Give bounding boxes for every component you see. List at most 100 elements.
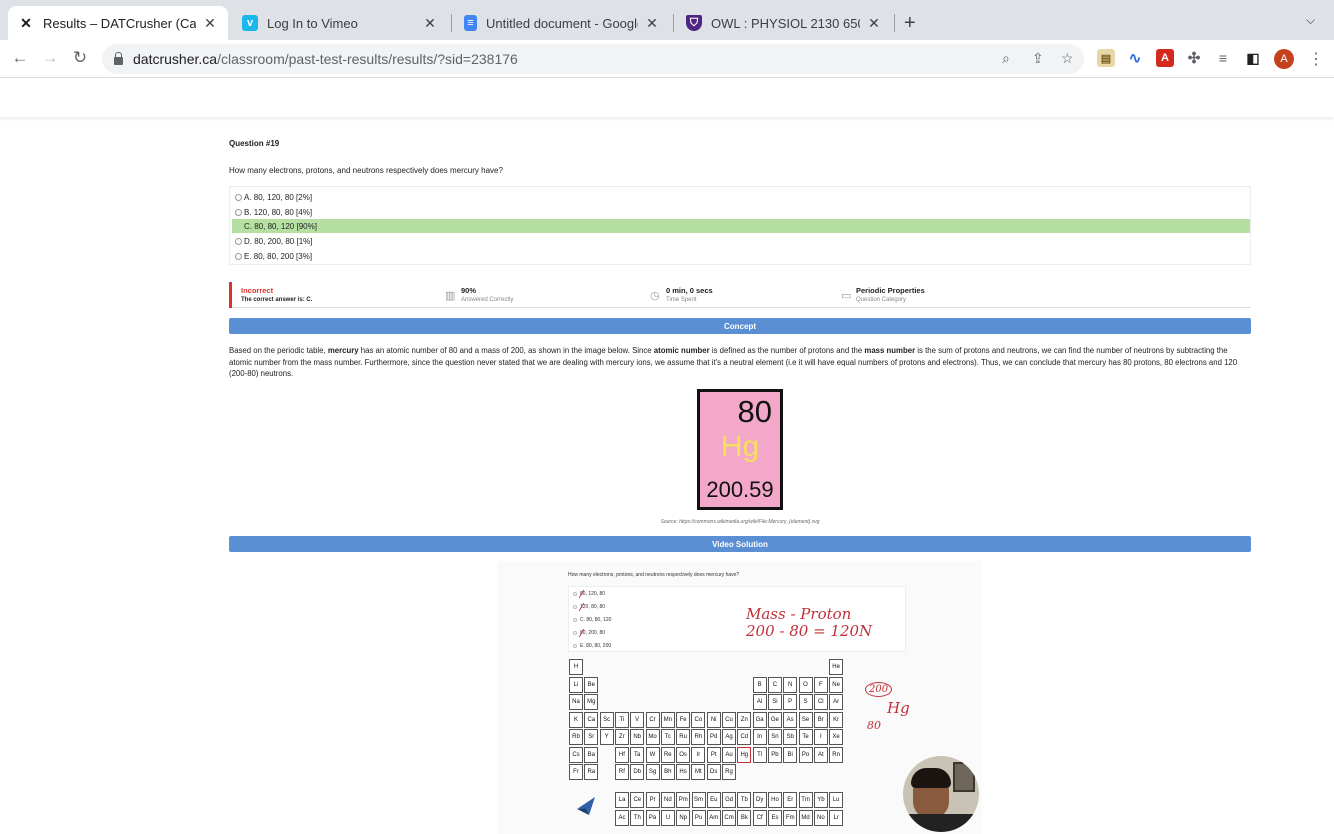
element-cell-rh: Rh	[691, 729, 706, 745]
person-hair	[911, 768, 951, 788]
element-cell-hf: Hf	[614, 746, 629, 763]
tab-search-chevron-icon[interactable]: ⌵	[1306, 13, 1315, 28]
element-cell-pa: Pa	[645, 809, 660, 826]
extension-notes-icon[interactable]: ▤	[1097, 49, 1115, 67]
atomic-mass: 200.59	[706, 477, 774, 502]
side-panel-icon[interactable]: ◧	[1244, 49, 1262, 67]
bar-chart-icon: ▥	[445, 290, 456, 302]
element-cell-pd: Pd	[706, 729, 721, 745]
answer-option-c[interactable]: C. 80, 80, 120 [90%]	[232, 219, 1250, 233]
element-cell-mn: Mn	[660, 711, 675, 728]
video-option: E. 80, 80, 200	[573, 643, 611, 649]
reload-icon[interactable]: ↻	[70, 48, 90, 68]
acrobat-pdf-icon[interactable]: A	[1156, 49, 1174, 67]
calendar-icon: ▭	[841, 290, 852, 302]
element-cell-sn: Sn	[767, 729, 782, 745]
element-cell-ce: Ce	[630, 792, 645, 808]
element-cell-al: Al	[752, 694, 767, 710]
result-value: Incorrect	[241, 286, 274, 295]
element-cell-tl: Tl	[752, 746, 767, 763]
element-cell-ru: Ru	[676, 729, 691, 745]
element-cell-rf: Rf	[614, 764, 629, 780]
close-tab-icon[interactable]: ✕	[202, 15, 218, 32]
video-option: 80, 200, 80	[573, 630, 605, 636]
video-option-label: E. 80, 80, 200	[580, 643, 612, 649]
option-label: C. 80, 80, 120 [90%]	[244, 221, 317, 231]
element-cell-pr: Pr	[645, 792, 660, 808]
text-segment: has an atomic number of 80 and a mass of…	[358, 346, 654, 355]
element-cell-cr: Cr	[645, 711, 660, 728]
element-cell-h: H	[569, 659, 583, 675]
forward-arrow-icon[interactable]: →	[40, 48, 60, 68]
element-cell-se: Se	[798, 711, 813, 728]
category-label: Question Category	[856, 297, 907, 303]
tab-separator	[673, 14, 674, 32]
tab-title: OWL : PHYSIOL 2130 650 SU2	[711, 15, 860, 31]
wall-frame	[953, 762, 975, 792]
extensions-puzzle-icon[interactable]: ✣	[1185, 49, 1203, 67]
answer-option-b[interactable]: B. 120, 80, 80 [4%]	[232, 205, 1250, 219]
tab-google-docs[interactable]: ≡ Untitled document - Google Do ✕	[454, 6, 670, 40]
element-cell-tb: Tb	[737, 792, 752, 808]
browser-menu-icon[interactable]: ⋮	[1308, 49, 1324, 69]
new-tab-button[interactable]: +	[904, 12, 916, 35]
element-cell-co: Co	[691, 711, 706, 728]
tab-datcrusher[interactable]: ✕ Results – DATCrusher (Canadia ✕	[8, 6, 228, 40]
radio-icon	[235, 208, 242, 216]
element-cell-at: At	[813, 746, 828, 763]
back-arrow-icon[interactable]: ←	[10, 48, 30, 68]
tab-vimeo[interactable]: v Log In to Vimeo ✕	[232, 6, 448, 40]
percent-label: Answered Correctly	[461, 297, 514, 303]
profile-avatar[interactable]: A	[1274, 49, 1294, 69]
element-cell-f: F	[813, 676, 828, 693]
option-label: A. 80, 120, 80 [2%]	[244, 192, 313, 202]
element-cell-lr: Lr	[829, 809, 844, 826]
tab-owl[interactable]: ⛉ OWL : PHYSIOL 2130 650 SU2 ✕	[676, 6, 892, 40]
element-cell-mg: Mg	[584, 694, 599, 710]
radio-icon	[235, 237, 242, 245]
video-player[interactable]: How many electrons, protons, and neutron…	[497, 561, 982, 834]
element-cell-ca: Ca	[584, 711, 599, 728]
element-cell-sc: Sc	[599, 711, 614, 728]
bookmark-star-icon[interactable]: ☆	[1061, 50, 1074, 67]
google-docs-icon: ≡	[464, 15, 477, 31]
element-cell-c: C	[767, 676, 782, 693]
element-cell-ds: Ds	[706, 764, 721, 780]
close-tab-icon[interactable]: ✕	[422, 15, 438, 32]
element-cell-ni: Ni	[706, 711, 721, 728]
element-cell-cd: Cd	[737, 729, 752, 745]
element-cell-lu: Lu	[829, 792, 844, 808]
element-cell-b: B	[752, 676, 767, 693]
extension-wave-icon[interactable]: ∿	[1126, 49, 1144, 67]
element-cell-ir: Ir	[691, 746, 706, 763]
zoom-icon[interactable]: ⌕	[1002, 50, 1010, 67]
element-cell-no: No	[813, 809, 828, 826]
close-tab-icon[interactable]: ✕	[866, 15, 882, 32]
element-cell-w: W	[645, 746, 660, 763]
time-label: Time Spent	[666, 297, 697, 303]
element-cell-sg: Sg	[645, 764, 660, 780]
element-cell-pb: Pb	[767, 746, 782, 763]
share-icon[interactable]: ⇪	[1032, 50, 1044, 67]
image-source-caption: Source: https://commons.wikimedia.org/wi…	[660, 519, 820, 525]
close-tab-icon[interactable]: ✕	[644, 15, 660, 32]
element-cell-ho: Ho	[768, 792, 782, 808]
element-cell-dy: Dy	[752, 792, 767, 808]
answer-option-e[interactable]: E. 80, 80, 200 [3%]	[232, 249, 1250, 263]
media-queue-icon[interactable]: ≡	[1214, 49, 1232, 67]
element-cell-o: O	[798, 676, 813, 693]
address-bar[interactable]: datcrusher.ca/classroom/past-test-result…	[102, 44, 1084, 74]
answer-options: A. 80, 120, 80 [2%] B. 120, 80, 80 [4%] …	[229, 186, 1251, 265]
element-cell-i: I	[813, 729, 828, 745]
radio-icon	[573, 644, 577, 648]
element-cell-li: Li	[569, 676, 583, 693]
answer-option-a[interactable]: A. 80, 120, 80 [2%]	[232, 190, 1250, 204]
element-cell-db: Db	[630, 764, 645, 780]
element-cell-mt: Mt	[691, 764, 706, 780]
incorrect-indicator	[229, 282, 232, 308]
answer-option-d[interactable]: D. 80, 200, 80 [1%]	[232, 234, 1250, 248]
atomic-number: 80	[737, 394, 772, 429]
element-cell-n: N	[783, 676, 798, 693]
element-cell-pm: Pm	[676, 792, 691, 808]
element-cell-br: Br	[813, 711, 828, 728]
